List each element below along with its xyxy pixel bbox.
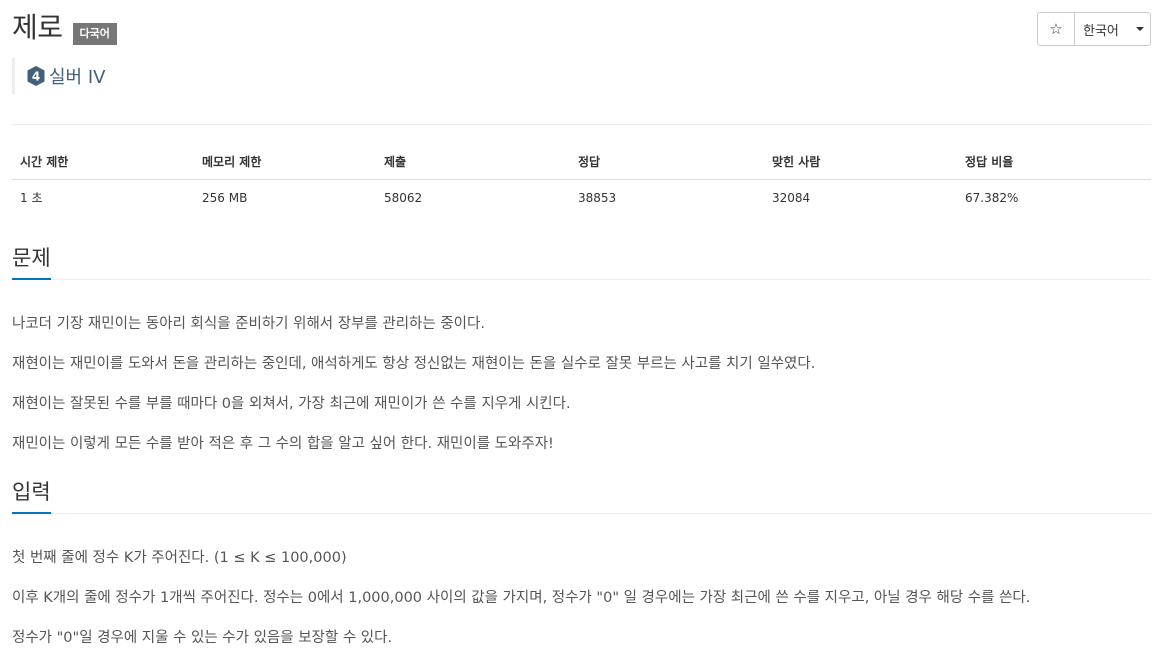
star-button[interactable]: ☆ — [1037, 12, 1075, 46]
stats-time-limit: 1 초 — [20, 191, 43, 205]
input-paragraph-2: 이후 K개의 줄에 정수가 1개씩 주어진다. 정수는 0에서 1,000,00… — [12, 590, 1031, 606]
input-heading-rule — [12, 513, 1151, 514]
stats-header-accepted: 정답 — [570, 143, 764, 180]
stats-header-memory-limit: 메모리 제한 — [194, 143, 376, 180]
tier-label[interactable]: 실버 IV — [49, 63, 105, 89]
stats-submissions[interactable]: 58062 — [376, 180, 570, 216]
star-icon: ☆ — [1049, 20, 1063, 38]
stats-value-row: 1 초 256 MB 58062 38853 32084 67.382% — [12, 180, 1151, 216]
tier-block: 4 실버 IV — [12, 58, 105, 94]
problem-stats-table: 시간 제한 메모리 제한 제출 정답 맞힌 사람 정답 비율 1 초 256 M… — [12, 143, 1151, 215]
page-title: 제로 — [12, 11, 63, 44]
stats-header-submissions: 제출 — [376, 143, 570, 180]
stats-solvers[interactable]: 32084 — [764, 180, 957, 216]
problem-page: 제로 다국어 ☆ 한국어 4 실버 IV 시간 제한 메모리 제한 제출 정답 … — [0, 0, 1161, 668]
problem-paragraph-3: 재현이는 잘못된 수를 부를 때마다 0을 외쳐서, 가장 최근에 재민이가 쓴… — [12, 396, 571, 412]
stats-header-ratio: 정답 비율 — [957, 143, 1151, 180]
tier-number: 4 — [32, 70, 40, 84]
stats-header-row: 시간 제한 메모리 제한 제출 정답 맞힌 사람 정답 비율 — [12, 143, 1151, 180]
problem-section-header: 문제 — [12, 244, 1151, 280]
tier-badge-icon: 4 — [27, 66, 45, 86]
multilang-badge: 다국어 — [72, 23, 117, 45]
input-paragraph-3: 정수가 "0"일 경우에 지울 수 있는 수가 있음을 보장할 수 있다. — [12, 630, 393, 646]
problem-paragraph-2: 재현이는 재민이를 도와서 돈을 관리하는 중인데, 애석하게도 항상 정신없는… — [12, 356, 816, 372]
input-heading: 입력 — [12, 478, 51, 514]
input-section-header: 입력 — [12, 478, 1151, 514]
problem-paragraph-1: 나코더 기장 재민이는 동아리 회식을 준비하기 위해서 장부를 관리하는 중이… — [12, 316, 485, 332]
stats-ratio: 67.382% — [965, 190, 1019, 205]
stats-header-solvers: 맞힌 사람 — [764, 143, 957, 180]
stats-header-time-limit: 시간 제한 — [12, 143, 194, 180]
top-actions: ☆ 한국어 — [1037, 12, 1151, 46]
problem-paragraph-4: 재민이는 이렇게 모든 수를 받아 적은 후 그 수의 합을 알고 싶어 한다.… — [12, 436, 554, 452]
problem-heading: 문제 — [12, 244, 51, 280]
stats-memory-limit: 256 MB — [202, 190, 248, 205]
language-dropdown[interactable]: 한국어 — [1074, 12, 1151, 46]
stats-accepted[interactable]: 38853 — [570, 180, 764, 216]
language-label: 한국어 — [1083, 23, 1119, 39]
header-divider — [12, 124, 1151, 125]
title-row: 제로 다국어 — [12, 10, 117, 46]
input-paragraph-1: 첫 번째 줄에 정수 K가 주어진다. (1 ≤ K ≤ 100,000) — [12, 550, 347, 566]
caret-down-icon — [1136, 27, 1144, 31]
problem-heading-rule — [12, 279, 1151, 280]
